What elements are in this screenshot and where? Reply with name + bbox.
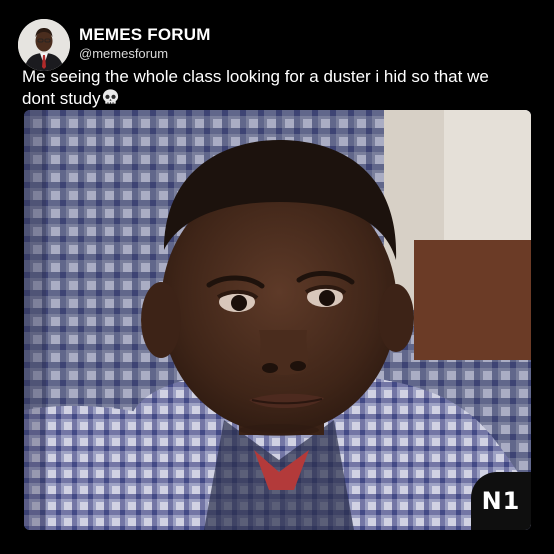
avatar[interactable] — [18, 19, 70, 71]
caption-text: Me seeing the whole class looking for a … — [22, 67, 489, 108]
post-image[interactable]: N1 — [24, 110, 531, 530]
meme-photo — [24, 110, 531, 530]
user-handle[interactable]: @memesforum — [79, 46, 168, 61]
display-name[interactable]: MEMES FORUM — [79, 25, 211, 45]
avatar-image — [18, 19, 70, 71]
watermark-badge: N1 — [471, 472, 531, 530]
social-post: MEMES FORUM @memesforum Me seeing the wh… — [0, 0, 554, 554]
post-caption: Me seeing the whole class looking for a … — [22, 66, 522, 110]
skull-icon — [103, 89, 119, 105]
